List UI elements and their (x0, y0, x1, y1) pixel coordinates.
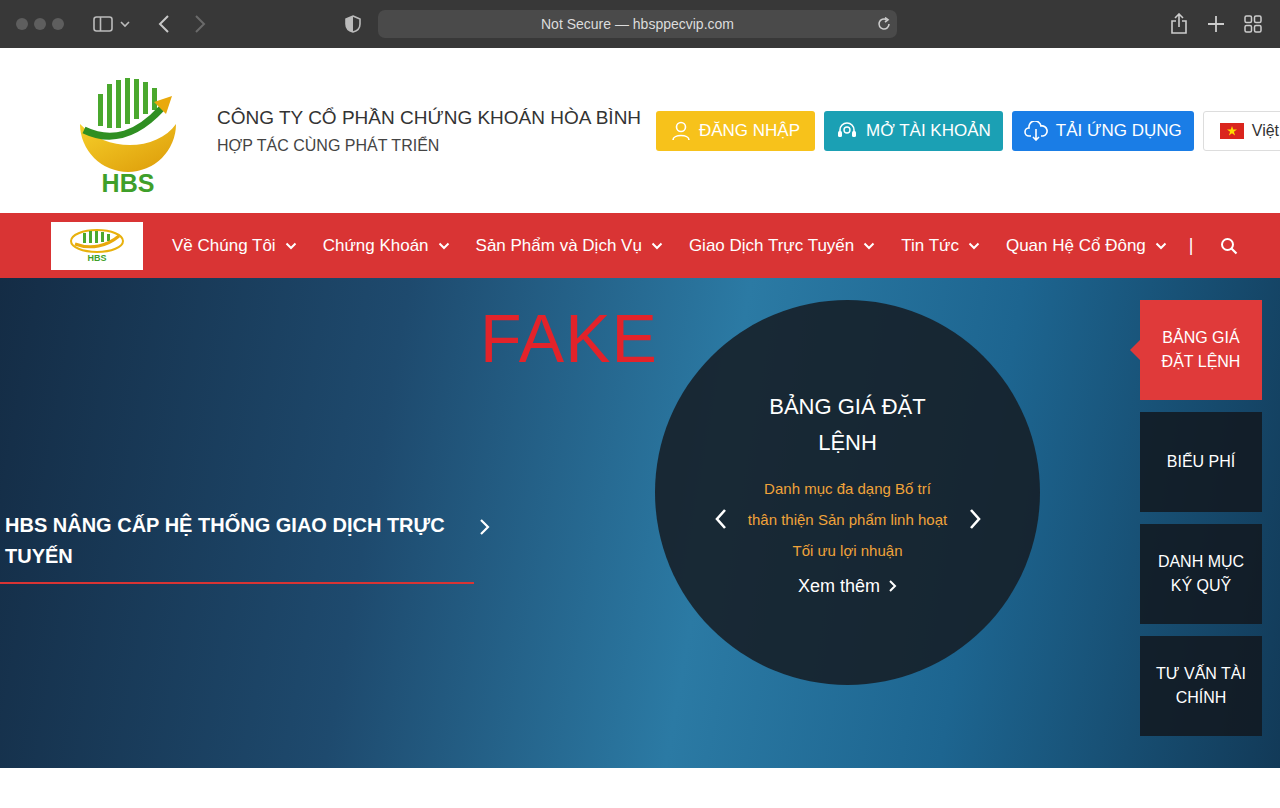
chevron-down-icon (863, 242, 875, 250)
side-tab[interactable]: DANH MỤC KÝ QUỸ (1140, 524, 1262, 624)
company-title: CÔNG TY CỔ PHẦN CHỨNG KHOÁN HÒA BÌNH HỢP … (217, 106, 647, 155)
cloud-download-icon (1024, 121, 1048, 141)
side-tab-label: BIỂU PHÍ (1167, 450, 1235, 474)
hero-headline: HBS NÂNG CẤP HỆ THỐNG GIAO DỊCH TRỰC TUY… (5, 510, 465, 572)
company-name: CÔNG TY CỔ PHẦN CHỨNG KHOÁN HÒA BÌNH (217, 106, 647, 131)
slide-card: BẢNG GIÁ ĐẶT LỆNH Danh mục đa dạng Bố trí… (655, 300, 1040, 685)
next-slide-icon[interactable] (968, 508, 982, 530)
chevron-down-icon (1155, 242, 1167, 250)
side-tab-label: TƯ VẤN TÀI CHÍNH (1148, 662, 1254, 710)
nav-separator: | (1189, 235, 1194, 256)
language-selector[interactable]: Việt (1203, 111, 1280, 151)
see-more-label: Xem thêm (798, 576, 880, 597)
logo[interactable]: HBS (78, 72, 178, 198)
login-button[interactable]: ĐĂNG NHẬP (656, 111, 815, 151)
register-button[interactable]: MỞ TÀI KHOẢN (824, 111, 1003, 151)
nav-item[interactable]: Quan Hệ Cổ Đông (1006, 236, 1167, 256)
nav-item[interactable]: Chứng Khoán (323, 236, 450, 256)
button-label: TẢI ỨNG DỤNG (1056, 121, 1182, 141)
tabs-overview-icon[interactable] (1244, 15, 1262, 33)
slide-title: BẢNG GIÁ ĐẶT LỆNH (758, 389, 938, 461)
nav-item-label: Chứng Khoán (323, 236, 429, 256)
close-dot[interactable] (16, 18, 28, 30)
sidebar-icon[interactable] (93, 16, 113, 32)
slide-description: Danh mục đa dạng Bố trí thân thiện Sản p… (748, 473, 948, 566)
nav-item-label: Giao Dịch Trực Tuyến (689, 236, 854, 256)
company-slogan: HỢP TÁC CÙNG PHÁT TRIỂN (217, 137, 647, 155)
nav-item-label: Tin Tức (901, 236, 959, 256)
side-tabs: BẢNG GIÁ ĐẶT LỆNH BIỂU PHÍ DANH MỤC KÝ QUỸ… (1140, 300, 1262, 736)
logo-text: HBS (102, 170, 155, 198)
button-label: ĐĂNG NHẬP (699, 121, 800, 141)
logo-icon (78, 72, 178, 172)
reload-icon[interactable] (877, 17, 891, 31)
chevron-down-icon (968, 242, 980, 250)
zoom-dot[interactable] (52, 18, 64, 30)
chevron-right-icon (479, 518, 491, 536)
page-bottom (0, 768, 1280, 808)
user-icon (671, 121, 691, 141)
button-label: MỞ TÀI KHOẢN (866, 121, 991, 141)
new-tab-icon[interactable] (1207, 15, 1225, 33)
address-text: Not Secure — hbsppecvip.com (541, 16, 734, 32)
share-icon[interactable] (1170, 13, 1188, 35)
shield-icon[interactable] (345, 15, 361, 33)
download-button[interactable]: TẢI ỨNG DỤNG (1012, 111, 1194, 151)
chevron-down-icon (438, 242, 450, 250)
browser-toolbar: Not Secure — hbsppecvip.com (0, 0, 1280, 48)
back-icon[interactable] (158, 15, 170, 33)
headline-underline (0, 582, 474, 584)
support-icon (836, 121, 858, 141)
side-tab[interactable]: TƯ VẤN TÀI CHÍNH (1140, 636, 1262, 736)
chevron-right-icon (888, 579, 897, 593)
language-label: Việt (1252, 122, 1279, 140)
nav-item[interactable]: Về Chúng Tôi (172, 236, 297, 256)
side-tab[interactable]: BIỂU PHÍ (1140, 412, 1262, 512)
nav-item-label: Sản Phẩm và Dịch Vụ (476, 236, 642, 256)
headline-link[interactable]: HBS NÂNG CẤP HỆ THỐNG GIAO DỊCH TRỰC TUY… (0, 510, 655, 572)
browser-window: Not Secure — hbsppecvip.com HBS CÔNG TY CỔ… (0, 0, 1280, 808)
side-tab[interactable]: BẢNG GIÁ ĐẶT LỆNH (1140, 300, 1262, 400)
nav-item-label: Về Chúng Tôi (172, 236, 276, 256)
previous-slide-icon[interactable] (714, 508, 728, 530)
side-tab-label: BẢNG GIÁ ĐẶT LỆNH (1148, 326, 1254, 374)
main-nav: HBS Về Chúng Tôi Chứng Khoán Sản Phẩm và Dị… (0, 213, 1280, 278)
nav-item-label: Quan Hệ Cổ Đông (1006, 236, 1146, 256)
hero-banner: HBS NÂNG CẤP HỆ THỐNG GIAO DỊCH TRỰC TUY… (0, 278, 1280, 768)
fake-watermark: FAKE (480, 304, 658, 372)
see-more-link[interactable]: Xem thêm (798, 576, 897, 597)
chevron-down-icon (651, 242, 663, 250)
nav-item[interactable]: Giao Dịch Trực Tuyến (689, 236, 875, 256)
nav-item[interactable]: Sản Phẩm và Dịch Vụ (476, 236, 663, 256)
window-controls (16, 18, 64, 30)
search-icon[interactable] (1220, 237, 1238, 255)
nav-item[interactable]: Tin Tức (901, 236, 980, 256)
site-header: HBS CÔNG TY CỔ PHẦN CHỨNG KHOÁN HÒA BÌNH H… (0, 48, 1280, 213)
nav-logo-text: HBS (87, 254, 106, 263)
side-tab-label: DANH MỤC KÝ QUỸ (1148, 550, 1254, 598)
chevron-down-icon (285, 242, 297, 250)
address-bar[interactable]: Not Secure — hbsppecvip.com (378, 10, 897, 38)
nav-logo[interactable]: HBS (51, 222, 143, 270)
minimize-dot[interactable] (34, 18, 46, 30)
chevron-down-icon[interactable] (120, 20, 130, 28)
forward-icon[interactable] (194, 15, 206, 33)
vietnam-flag-icon (1220, 123, 1244, 139)
nav-logo-icon (69, 228, 125, 254)
